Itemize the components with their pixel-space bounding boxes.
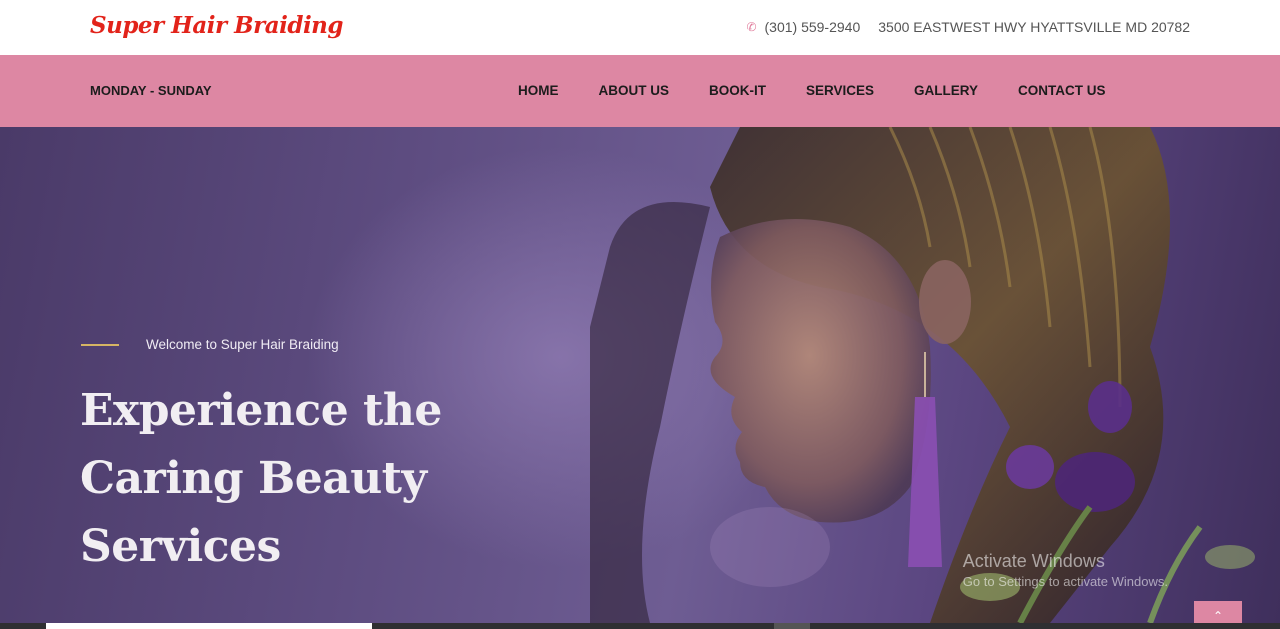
activation-watermark: Activate Windows Go to Settings to activ… bbox=[963, 551, 1168, 589]
headline-line-2: Caring Beauty bbox=[80, 453, 427, 504]
nav-item-contact-us[interactable]: CONTACT US bbox=[998, 73, 1126, 108]
nav-menu: HOME ABOUT US BOOK-IT SERVICES GALLERY C… bbox=[498, 73, 1126, 108]
hero-tagline: Welcome to Super Hair Braiding bbox=[81, 337, 339, 352]
phone-icon: ✆ bbox=[746, 20, 757, 34]
hero-headline: Experience the Caring Beauty Services bbox=[80, 377, 500, 581]
nav-item-about-us[interactable]: ABOUT US bbox=[579, 73, 690, 108]
nav-item-home[interactable]: HOME bbox=[498, 73, 579, 108]
chevron-up-icon: ⌃ bbox=[1212, 609, 1224, 623]
watermark-subtitle: Go to Settings to activate Windows. bbox=[962, 574, 1168, 589]
hero-banner: Welcome to Super Hair Braiding Experienc… bbox=[0, 127, 1280, 623]
headline-line-3: Services bbox=[80, 521, 281, 572]
content-card-edge bbox=[46, 623, 372, 629]
contact-info: ✆ (301) 559-2940 3500 EASTWEST HWY HYATT… bbox=[746, 19, 1190, 35]
strip-marker bbox=[774, 623, 810, 629]
phone-number[interactable]: (301) 559-2940 bbox=[765, 19, 861, 35]
tagline-text: Welcome to Super Hair Braiding bbox=[146, 337, 339, 352]
top-bar: Super Hair Braiding ✆ (301) 559-2940 350… bbox=[0, 0, 1280, 55]
hero-portrait-image bbox=[590, 127, 1255, 623]
nav-item-services[interactable]: SERVICES bbox=[786, 73, 894, 108]
site-logo[interactable]: Super Hair Braiding bbox=[90, 12, 344, 39]
main-nav: MONDAY - SUNDAY HOME ABOUT US BOOK-IT SE… bbox=[0, 55, 1280, 127]
nav-item-book-it[interactable]: BOOK-IT bbox=[689, 73, 786, 108]
address: 3500 EASTWEST HWY HYATTSVILLE MD 20782 bbox=[878, 19, 1190, 35]
opening-hours: MONDAY - SUNDAY bbox=[90, 83, 212, 98]
nav-item-gallery[interactable]: GALLERY bbox=[894, 73, 998, 108]
headline-line-1: Experience the bbox=[80, 385, 442, 436]
tagline-divider bbox=[81, 343, 119, 346]
watermark-title: Activate Windows bbox=[962, 551, 1105, 571]
